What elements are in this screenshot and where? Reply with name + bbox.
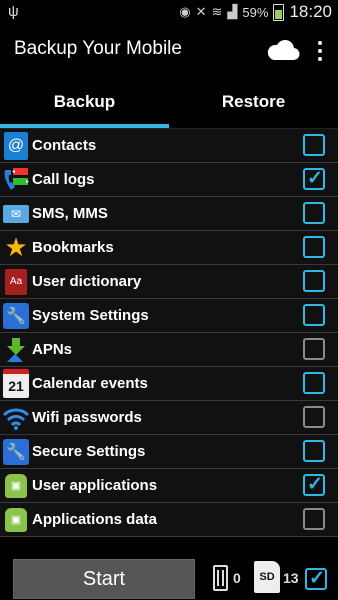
tab-restore[interactable]: Restore — [169, 76, 338, 128]
wifi-icon — [1, 403, 31, 433]
wrench-icon: 🔧 — [1, 437, 31, 467]
battery-icon — [273, 3, 285, 21]
battery-percent: 59% — [242, 4, 269, 20]
applications-data-checkbox[interactable] — [303, 508, 325, 530]
sd-card-count: 13 — [283, 570, 299, 586]
overflow-menu-icon[interactable] — [316, 41, 324, 61]
phone-memory-icon — [213, 565, 228, 591]
user-dictionary-checkbox[interactable] — [303, 270, 325, 292]
star-icon: ★ — [4, 232, 28, 262]
sms-mms-checkbox[interactable] — [303, 202, 325, 224]
phone-memory-count: 0 — [233, 570, 241, 586]
backup-item-list: @ Contacts Call logs ✉ SMS, MMS ★ Bookma… — [0, 129, 338, 537]
contacts-icon: @ — [1, 131, 31, 161]
contacts-checkbox[interactable] — [303, 134, 325, 156]
list-item-secure-settings[interactable]: 🔧 Secure Settings — [0, 435, 338, 469]
list-item-system-settings[interactable]: 🔧 System Settings — [0, 299, 338, 333]
clock: 18:20 — [289, 2, 332, 21]
list-item-label: User applications — [32, 477, 158, 494]
android-icon: ▣ — [1, 505, 31, 535]
list-item-label: Wifi passwords — [32, 409, 142, 426]
apns-checkbox[interactable] — [303, 338, 325, 360]
secure-settings-checkbox[interactable] — [303, 440, 325, 462]
list-item-label: APNs — [32, 341, 73, 358]
wrench-icon: 🔧 — [1, 301, 31, 331]
calendar-events-checkbox[interactable] — [303, 372, 325, 394]
list-item-label: Bookmarks — [32, 239, 114, 256]
list-item-label: Applications data — [32, 511, 158, 528]
list-item-label: System Settings — [32, 307, 149, 324]
android-icon: ▣ — [1, 471, 31, 501]
list-item-apns[interactable]: APNs — [0, 333, 338, 367]
bookmarks-checkbox[interactable] — [303, 236, 325, 258]
app-title: Backup Your Mobile — [14, 38, 182, 59]
user-applications-checkbox[interactable] — [303, 473, 325, 496]
sd-card-icon: SD — [254, 561, 280, 593]
list-item-applications-data[interactable]: ▣ Applications data — [0, 503, 338, 537]
list-item-user-dictionary[interactable]: Aa User dictionary — [0, 265, 338, 299]
wifi-signal-icon: ≋ — [211, 4, 223, 19]
list-item-contacts[interactable]: @ Contacts — [0, 129, 338, 163]
sms-icon: ✉ — [1, 199, 31, 229]
list-item-user-applications[interactable]: ▣ User applications — [0, 469, 338, 503]
dictionary-icon: Aa — [1, 267, 31, 297]
sd-card-checkbox[interactable] — [305, 567, 327, 590]
list-item-label: SMS, MMS — [32, 205, 108, 222]
list-item-label: Secure Settings — [32, 443, 146, 460]
bottom-bar: Start 0 SD 13 — [0, 545, 338, 600]
apn-icon — [1, 335, 31, 365]
start-button[interactable]: Start — [13, 559, 195, 599]
app-bar: Backup Your Mobile — [0, 24, 338, 76]
call-logs-icon — [1, 165, 31, 195]
system-settings-checkbox[interactable] — [303, 304, 325, 326]
list-item-wifi-passwords[interactable]: Wifi passwords — [0, 401, 338, 435]
list-item-label: User dictionary — [32, 273, 142, 290]
list-item-label: Call logs — [32, 171, 95, 188]
mute-icon: ✕ — [195, 4, 207, 19]
list-item-label: Calendar events — [32, 375, 148, 392]
tab-bar: Backup Restore — [0, 76, 338, 129]
list-item-label: Contacts — [32, 137, 97, 154]
calendar-icon: 21 — [1, 369, 31, 399]
eye-icon: ◉ — [179, 4, 191, 19]
wifi-passwords-checkbox[interactable] — [303, 406, 325, 428]
list-item-sms-mms[interactable]: ✉ SMS, MMS — [0, 197, 338, 231]
status-bar: ψ ◉ ✕ ≋ ▟ 59% 18:20 — [0, 0, 338, 24]
usb-icon: ψ — [8, 3, 19, 20]
cell-signal-icon: ▟ — [227, 4, 238, 19]
list-item-calendar-events[interactable]: 21 Calendar events — [0, 367, 338, 401]
list-item-call-logs[interactable]: Call logs — [0, 163, 338, 197]
tab-backup[interactable]: Backup — [0, 76, 169, 128]
cloud-icon[interactable] — [266, 39, 300, 61]
list-item-bookmarks[interactable]: ★ Bookmarks — [0, 231, 338, 265]
call-logs-checkbox[interactable] — [303, 167, 325, 190]
